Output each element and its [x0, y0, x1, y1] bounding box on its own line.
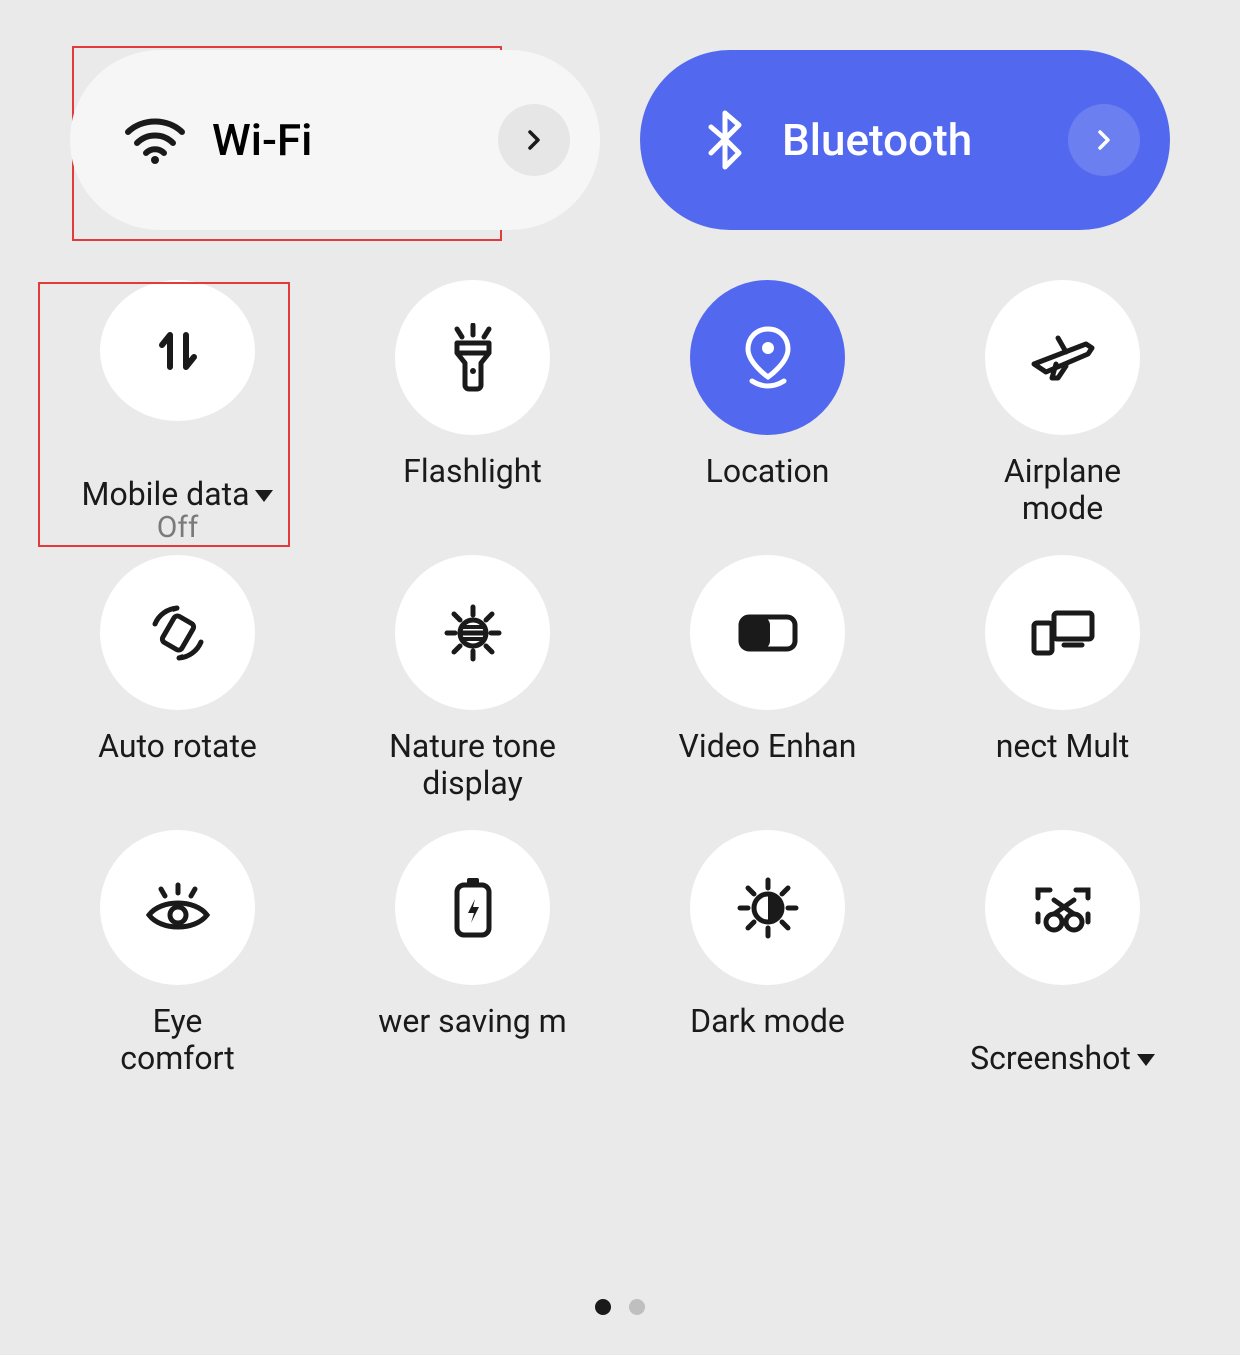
video-enhance-icon [690, 555, 845, 710]
tile-label: Nature tone display [389, 728, 556, 802]
top-toggle-row: Wi-Fi Bluetooth [0, 0, 1240, 250]
tile-label: Dark mode [690, 1003, 845, 1040]
nature-tone-icon [395, 555, 550, 710]
airplane-icon [985, 280, 1140, 435]
wifi-label: Wi-Fi [212, 114, 498, 166]
tile-label: Location [706, 453, 830, 490]
tile-auto-rotate[interactable]: Auto rotate [40, 555, 315, 820]
page-indicator[interactable] [595, 1299, 645, 1315]
tile-eye-comfort[interactable]: Eye comfort [40, 830, 315, 1095]
tile-video-enhance[interactable]: Video Enhan [630, 555, 905, 820]
mobile-data-icon [100, 280, 255, 421]
eye-comfort-icon [100, 830, 255, 985]
tile-nature-tone[interactable]: Nature tone display [335, 555, 610, 820]
tile-screenshot[interactable]: Screenshot [925, 830, 1200, 1095]
tile-label: Mobile data [82, 439, 274, 506]
location-icon [690, 280, 845, 435]
tile-location[interactable]: Location [630, 280, 905, 545]
quick-settings-grid: Mobile data Off Flashlight Location [0, 250, 1240, 1095]
tile-label: Flashlight [403, 453, 542, 490]
tile-power-saving[interactable]: wer saving m [335, 830, 610, 1095]
chevron-down-icon [1137, 1054, 1155, 1066]
wifi-toggle[interactable]: Wi-Fi [70, 50, 600, 230]
tile-mobile-data[interactable]: Mobile data Off [40, 280, 315, 545]
flashlight-icon [395, 280, 550, 435]
wifi-expand[interactable] [498, 104, 570, 176]
tile-multi-screen[interactable]: nect Mult [925, 555, 1200, 820]
page-dot-1[interactable] [595, 1299, 611, 1315]
wifi-icon [120, 116, 190, 164]
bluetooth-label: Bluetooth [782, 114, 1068, 166]
tile-label: Screenshot [970, 1003, 1155, 1077]
bluetooth-toggle[interactable]: Bluetooth [640, 50, 1170, 230]
multi-screen-icon [985, 555, 1140, 710]
tile-label: wer saving m [378, 1003, 566, 1040]
chevron-down-icon [255, 490, 273, 502]
dark-mode-icon [690, 830, 845, 985]
auto-rotate-icon [100, 555, 255, 710]
tile-dark-mode[interactable]: Dark mode [630, 830, 905, 1095]
screenshot-icon [985, 830, 1140, 985]
tile-airplane-mode[interactable]: Airplane mode [925, 280, 1200, 545]
tile-sublabel: Off [157, 510, 199, 545]
page-dot-2[interactable] [629, 1299, 645, 1315]
tile-label: Video Enhan [679, 728, 857, 765]
tile-label: nect Mult [996, 728, 1130, 765]
tile-label: Airplane mode [1004, 453, 1121, 527]
tile-label: Eye comfort [120, 1003, 235, 1077]
bluetooth-expand[interactable] [1068, 104, 1140, 176]
power-saving-icon [395, 830, 550, 985]
tile-label: Auto rotate [98, 728, 257, 765]
bluetooth-icon [690, 109, 760, 171]
tile-flashlight[interactable]: Flashlight [335, 280, 610, 545]
